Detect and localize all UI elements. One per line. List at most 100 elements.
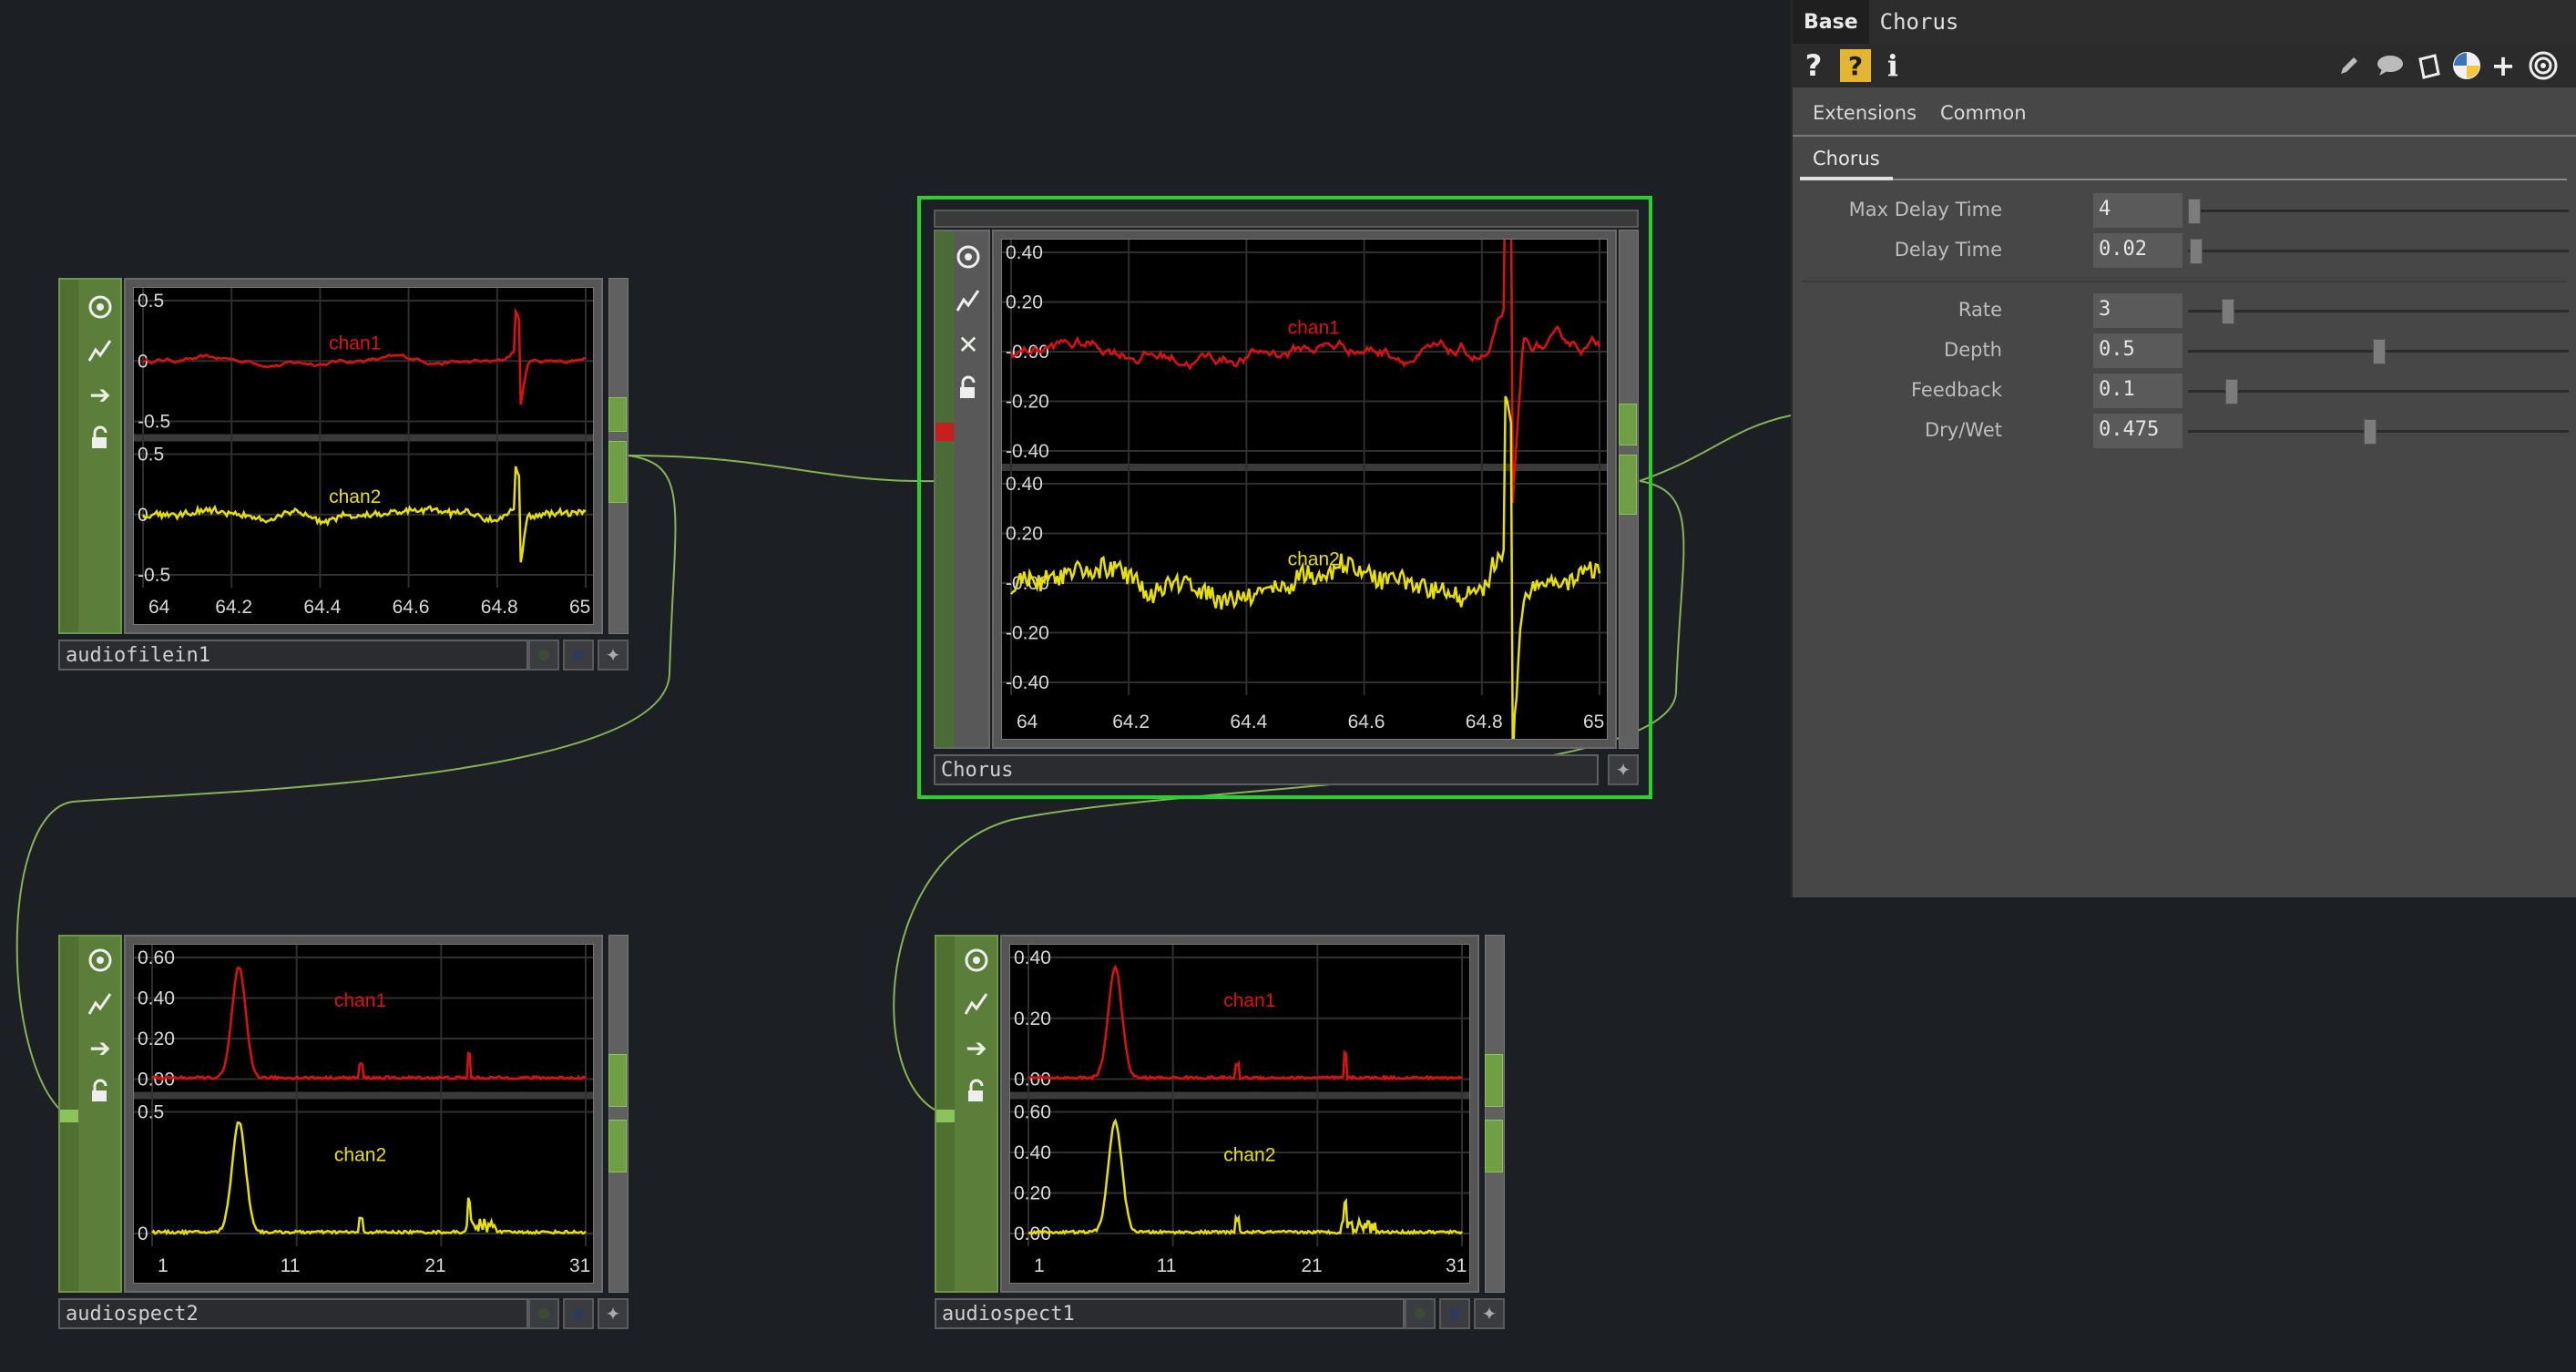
arrow-right-icon[interactable]: ➔ bbox=[82, 376, 118, 413]
param-slider-handle[interactable] bbox=[2190, 239, 2203, 264]
param-slider-track[interactable] bbox=[2188, 390, 2569, 393]
param-slider-track[interactable] bbox=[2188, 430, 2569, 433]
viewer-toggle[interactable]: ✦ bbox=[1608, 754, 1639, 785]
node-viewer[interactable]: 64 64.2 64.4 64.6 64.8 65 0.5 0 -0.5 chan1 0.5 0 -0.… bbox=[124, 278, 603, 634]
param-value-field[interactable]: 0.475 bbox=[2093, 414, 2182, 448]
info-icon[interactable]: i bbox=[1884, 48, 1902, 83]
graph-icon[interactable] bbox=[950, 282, 986, 319]
bypass-toggle[interactable] bbox=[528, 1298, 559, 1329]
node-viewer[interactable]: 1 11 21 31 0.40 0.20 0.00 chan1 0.60 0.40 0.20 0.00… bbox=[1000, 935, 1479, 1293]
lock-toggle[interactable] bbox=[1439, 1298, 1470, 1329]
add-icon[interactable]: + bbox=[2489, 48, 2518, 83]
node-flags-sidebar: ➔ bbox=[58, 935, 122, 1293]
lock-toggle[interactable] bbox=[563, 640, 594, 671]
target-icon[interactable] bbox=[2527, 49, 2560, 82]
node-name-label[interactable]: Chorus bbox=[934, 754, 1599, 785]
param-slider-track[interactable] bbox=[2188, 310, 2569, 312]
lock-toggle[interactable] bbox=[563, 1298, 594, 1329]
node-name-label[interactable]: audiospect1 bbox=[935, 1298, 1405, 1329]
node-title-strip bbox=[934, 210, 1639, 228]
y-tick-label: 0.40 bbox=[1006, 242, 1043, 263]
viewer-toggle[interactable]: ✦ bbox=[598, 1298, 629, 1329]
param-label: Feedback bbox=[1910, 379, 2002, 401]
x-tick-label: 31 bbox=[1446, 1255, 1467, 1276]
param-slider-handle[interactable] bbox=[2224, 379, 2238, 404]
viewer-toggle[interactable]: ✦ bbox=[598, 640, 629, 671]
output-connector[interactable] bbox=[608, 397, 627, 432]
param-value-field[interactable]: 3 bbox=[2093, 293, 2182, 328]
lock-icon[interactable] bbox=[958, 1073, 995, 1110]
graph-icon[interactable] bbox=[82, 986, 118, 1022]
node-audiospect1[interactable]: ➔ 1 11 21 31 0.40 0.20 0.00 chan1 0.60 0.40 0.20 0.… bbox=[935, 935, 1505, 1329]
param-value-field[interactable]: 4 bbox=[2093, 193, 2182, 228]
output-connector[interactable] bbox=[608, 1054, 627, 1107]
input-connector[interactable] bbox=[935, 423, 954, 441]
y-tick-label: 0.00 bbox=[1014, 1070, 1051, 1090]
param-value-field[interactable]: 0.02 bbox=[2093, 233, 2182, 268]
node-name-label[interactable]: audiospect2 bbox=[58, 1298, 528, 1329]
output-connector[interactable] bbox=[1485, 1120, 1503, 1172]
graph-icon[interactable] bbox=[958, 986, 995, 1022]
node-viewer[interactable]: 64 64.2 64.4 64.6 64.8 65 0.40 0.20 -0.00 -0.20 -0… bbox=[992, 230, 1617, 749]
tab-chorus[interactable]: Chorus bbox=[1800, 140, 1893, 180]
lock-icon[interactable] bbox=[82, 420, 118, 456]
param-slider-handle[interactable] bbox=[2188, 199, 2201, 224]
viewer-icon[interactable] bbox=[82, 289, 118, 325]
channel-divider bbox=[134, 434, 593, 442]
node-audiofilein1[interactable]: ➔ 64 64.2 64.4 64.6 64.8 65 0.5 0 -0.5 chan1 0.5 0-… bbox=[58, 278, 629, 671]
bypass-toggle[interactable] bbox=[528, 640, 559, 671]
arrow-right-icon[interactable]: ➔ bbox=[958, 1029, 995, 1066]
node-viewer[interactable]: 1 11 21 31 0.60 0.40 0.20 0.00 chan1 0.5 0 chan2 bbox=[124, 935, 603, 1293]
output-connector[interactable] bbox=[1485, 1054, 1503, 1107]
operator-name-field[interactable]: Chorus bbox=[1868, 0, 2576, 44]
edit-pencil-icon[interactable] bbox=[2334, 49, 2365, 82]
lock-icon[interactable] bbox=[82, 1073, 118, 1110]
viewer-toggle[interactable]: ✦ bbox=[1474, 1298, 1505, 1329]
param-slider-track[interactable] bbox=[2188, 210, 2569, 212]
param-slider-handle[interactable] bbox=[2363, 419, 2377, 445]
param-max-delay-time: Max Delay Time 4 bbox=[1793, 193, 2576, 230]
x-tick-label: 64.2 bbox=[215, 597, 252, 618]
clipboard-icon[interactable] bbox=[2412, 49, 2445, 82]
param-slider-handle[interactable] bbox=[2221, 299, 2234, 324]
viewer-icon[interactable] bbox=[958, 942, 995, 978]
node-audiospect2[interactable]: ➔ 1 11 21 31 0.60 0.40 0.20 0.00 chan1 0.5 0 chan2 … bbox=[58, 935, 629, 1329]
close-icon[interactable]: ✕ bbox=[950, 326, 986, 363]
node-name-label[interactable]: audiofilein1 bbox=[58, 640, 528, 671]
param-value-field[interactable]: 0.1 bbox=[2093, 374, 2182, 408]
x-tick-label: 64.4 bbox=[1230, 712, 1267, 732]
operator-help-icon[interactable]: ? bbox=[1840, 49, 1871, 82]
y-tick-label: 0.20 bbox=[138, 1029, 175, 1049]
y-tick-label: 0.40 bbox=[1014, 1142, 1051, 1163]
tab-extensions[interactable]: Extensions bbox=[1813, 102, 1917, 124]
graph-icon[interactable] bbox=[82, 333, 118, 369]
y-tick-label: -0.5 bbox=[138, 412, 170, 433]
arrow-right-icon[interactable]: ➔ bbox=[82, 1029, 118, 1066]
channel-plot: 64 64.2 64.4 64.6 64.8 65 0.40 0.20 -0.00 -0.20 -0… bbox=[1001, 239, 1608, 740]
help-icon[interactable]: ? bbox=[1802, 48, 1825, 83]
viewer-icon[interactable] bbox=[950, 239, 986, 275]
x-tick-label: 1 bbox=[1034, 1255, 1045, 1276]
parameter-page-tabs: Extensions Common bbox=[1793, 91, 2576, 137]
param-value-field[interactable]: 0.5 bbox=[2093, 333, 2182, 368]
input-connector[interactable] bbox=[936, 1110, 955, 1122]
channel-name-label: chan2 bbox=[1288, 548, 1340, 569]
viewer-icon[interactable] bbox=[82, 942, 118, 978]
param-slider-track[interactable] bbox=[2188, 250, 2569, 252]
lock-icon[interactable] bbox=[950, 370, 986, 406]
output-connector[interactable] bbox=[608, 441, 627, 503]
param-slider-handle[interactable] bbox=[2373, 339, 2386, 364]
input-connector[interactable] bbox=[60, 1110, 78, 1122]
output-connector-bar bbox=[608, 935, 629, 1293]
y-tick-label: -0.20 bbox=[1006, 623, 1049, 644]
python-icon[interactable] bbox=[2450, 49, 2483, 82]
output-connector[interactable] bbox=[608, 1120, 627, 1172]
output-connector[interactable] bbox=[1619, 404, 1637, 445]
bypass-toggle[interactable] bbox=[1405, 1298, 1436, 1329]
node-chorus[interactable]: ✕ 64 64.2 64.4 64.6 64.8 65 0.40 0.20 -0.00 -0.20… bbox=[934, 210, 1639, 785]
channel-plot: 1 11 21 31 0.60 0.40 0.20 0.00 chan1 0.5 0 chan2 bbox=[133, 944, 594, 1284]
tab-common[interactable]: Common bbox=[1940, 102, 2027, 124]
param-label: Dry/Wet bbox=[1925, 419, 2002, 441]
output-connector[interactable] bbox=[1619, 455, 1637, 515]
comment-icon[interactable] bbox=[2372, 49, 2408, 82]
